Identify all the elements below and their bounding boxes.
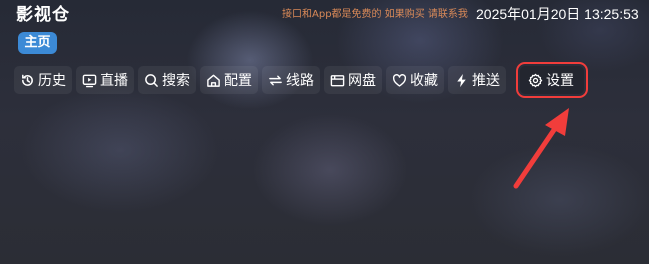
annotation-arrow-icon [513,108,569,189]
